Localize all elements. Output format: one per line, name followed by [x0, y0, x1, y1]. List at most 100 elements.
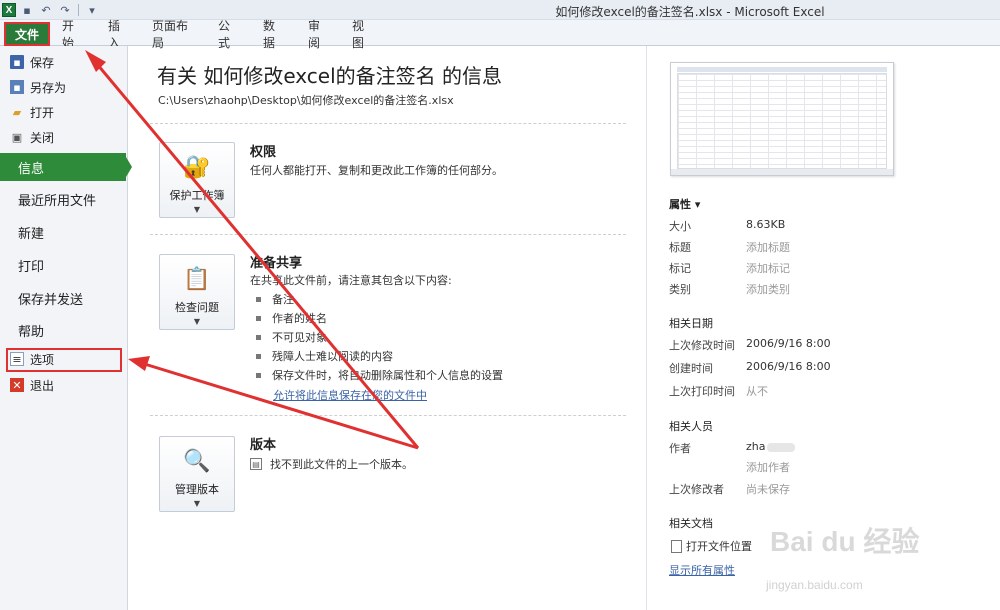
share-item-text: 不可见对象 — [272, 331, 327, 344]
tab-review[interactable]: 审阅 — [308, 19, 330, 50]
divider — [150, 123, 626, 124]
tab-page-layout[interactable]: 页面布局 — [152, 19, 194, 50]
tab-view[interactable]: 视图 — [352, 19, 374, 50]
tags-field[interactable]: 添加标记 — [746, 260, 790, 276]
people-header: 相关人员 — [669, 420, 713, 433]
manage-versions-button[interactable]: 🔍 管理版本 ▼ — [159, 436, 235, 512]
chevron-down-icon: ▼ — [193, 205, 201, 214]
category-field[interactable]: 添加类别 — [746, 281, 790, 297]
backstage-nav: ▪ 保存 ▪ 另存为 ▰ 打开 ▣ 关闭 信息 最近所用文件 新建 打印 保存并… — [0, 46, 132, 610]
divider — [150, 234, 626, 235]
tab-home[interactable]: 开始 — [62, 19, 84, 50]
author-name: zha — [746, 440, 766, 453]
document-icon: ▤ — [250, 458, 262, 470]
nav-close-label: 关闭 — [30, 130, 55, 145]
title-label: 标题 — [669, 241, 691, 254]
add-author-field[interactable]: 添加作者 — [746, 459, 790, 475]
watermark-url: jingyan.baidu.com — [766, 578, 863, 592]
share-title: 准备共享 — [250, 256, 303, 271]
nav-new[interactable]: 新建 — [0, 218, 128, 246]
close-file-icon: ▣ — [11, 130, 23, 144]
nav-recent[interactable]: 最近所用文件 — [0, 185, 128, 213]
created-value: 2006/9/16 8:00 — [746, 360, 831, 373]
printed-value: 从不 — [746, 385, 768, 398]
open-file-location-label: 打开文件位置 — [686, 540, 752, 553]
nav-save-label: 保存 — [30, 55, 55, 70]
protect-workbook-button[interactable]: 🔐 保护工作簿 ▼ — [159, 142, 235, 218]
list-item: 不可见对象 — [256, 329, 327, 345]
check-issues-button[interactable]: 📋 检查问题 ▼ — [159, 254, 235, 330]
list-item: 备注 — [256, 291, 294, 307]
show-all-properties-link[interactable]: 显示所有属性 — [669, 562, 735, 578]
tab-formulas[interactable]: 公式 — [218, 19, 240, 50]
properties-header[interactable]: 属性 ▾ — [669, 196, 700, 212]
share-item-text: 保存文件时，将自动删除属性和个人信息的设置 — [272, 369, 503, 382]
file-icon — [671, 539, 682, 553]
tab-data[interactable]: 数据 — [263, 19, 285, 50]
options-highlight-box — [6, 348, 122, 372]
author-label: 作者 — [669, 442, 691, 455]
last-modified-by-label: 上次修改者 — [669, 483, 724, 496]
manage-versions-label: 管理版本 — [175, 483, 219, 496]
list-item: 作者的姓名 — [256, 310, 327, 326]
exit-icon: ✕ — [10, 378, 24, 392]
author-value: zha — [746, 440, 795, 453]
versions-row: ▤ 找不到此文件的上一个版本。 — [250, 456, 413, 472]
nav-save-send[interactable]: 保存并发送 — [0, 284, 128, 312]
nav-print[interactable]: 打印 — [0, 251, 128, 279]
permissions-title: 权限 — [250, 145, 277, 160]
nav-open[interactable]: ▰ 打开 — [10, 101, 54, 123]
category-label: 类别 — [669, 283, 691, 296]
printed-label: 上次打印时间 — [669, 385, 735, 398]
nav-help[interactable]: 帮助 — [0, 316, 128, 344]
tags-label: 标记 — [669, 262, 691, 275]
size-value: 8.63KB — [746, 218, 786, 231]
nav-save-as-label: 另存为 — [30, 80, 67, 95]
size-label: 大小 — [669, 220, 691, 233]
allow-save-info-link[interactable]: 允许将此信息保存在您的文件中 — [273, 387, 427, 403]
chevron-down-icon: ▼ — [193, 317, 201, 326]
modified-value: 2006/9/16 8:00 — [746, 337, 831, 350]
nav-close[interactable]: ▣ 关闭 — [10, 126, 54, 148]
modified-label: 上次修改时间 — [669, 339, 735, 352]
tab-insert[interactable]: 插入 — [108, 19, 130, 50]
title-field[interactable]: 添加标题 — [746, 239, 790, 255]
versions-desc: 找不到此文件的上一个版本。 — [270, 458, 413, 471]
created-label: 创建时间 — [669, 362, 713, 375]
nav-exit-label: 退出 — [30, 378, 55, 393]
nav-save-as[interactable]: ▪ 另存为 — [10, 76, 66, 98]
nav-open-label: 打开 — [30, 105, 55, 120]
tab-file[interactable]: 文件 — [4, 22, 50, 46]
nav-save[interactable]: ▪ 保存 — [10, 51, 54, 73]
bullet-icon — [256, 353, 261, 359]
blurred-name — [766, 442, 795, 452]
list-item: 保存文件时，将自动删除属性和个人信息的设置 — [256, 367, 503, 383]
dates-header: 相关日期 — [669, 317, 713, 330]
save-as-icon: ▪ — [10, 80, 24, 94]
bullet-icon — [256, 315, 261, 321]
window-title: 如何修改excel的备注签名.xlsx - Microsoft Excel — [555, 5, 825, 19]
list-item: 残障人士难以阅读的内容 — [256, 348, 393, 364]
title-bar: X ▪ ↶ ↷ ▾ 如何修改excel的备注签名.xlsx - Microsof… — [0, 0, 1000, 20]
share-item-text: 作者的姓名 — [272, 312, 327, 325]
thumbnail-grid — [677, 73, 887, 169]
versions-title: 版本 — [250, 438, 277, 453]
nav-exit[interactable]: ✕ 退出 — [10, 374, 54, 396]
docs-header: 相关文档 — [669, 517, 713, 530]
checklist-icon: 📋 — [183, 266, 211, 292]
open-file-location-button[interactable]: 打开文件位置 — [671, 538, 752, 554]
check-issues-label: 检查问题 — [175, 301, 219, 314]
versions-icon: 🔍 — [183, 448, 211, 474]
bullet-icon — [256, 334, 261, 340]
share-desc: 在共享此文件前，请注意其包含以下内容: — [250, 274, 452, 287]
file-path: C:\Users\zhaohp\Desktop\如何修改excel的备注签名.x… — [158, 94, 454, 107]
thumbnail-toolbar — [677, 67, 887, 72]
folder-open-icon: ▰ — [12, 105, 22, 119]
permissions-desc: 任何人都能打开、复制和更改此工作簿的任何部分。 — [250, 164, 503, 177]
annotation-arrowhead-options — [128, 356, 150, 371]
watermark-logo: Bai du 经验 — [770, 526, 920, 557]
divider — [150, 415, 626, 416]
last-modified-by-value: 尚未保存 — [746, 483, 790, 496]
nav-info[interactable]: 信息 — [0, 153, 132, 181]
share-item-text: 备注 — [272, 293, 294, 306]
